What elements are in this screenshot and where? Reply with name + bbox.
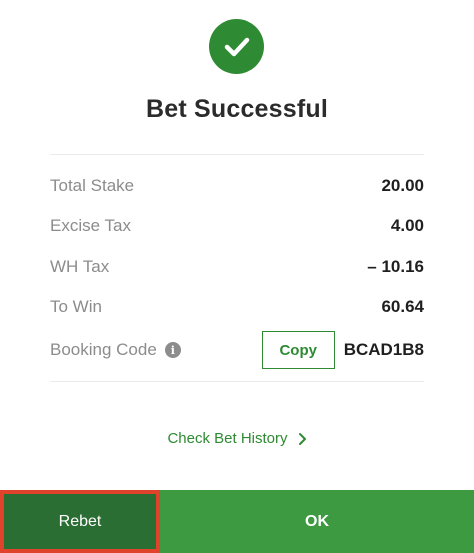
excise-tax-value: 4.00: [390, 216, 424, 235]
total-stake-label: Total Stake: [50, 176, 135, 195]
chevron-right-icon: [298, 432, 307, 446]
check-bet-history-link[interactable]: Check Bet History: [0, 430, 474, 447]
booking-code-actions: Copy BCAD1B8: [261, 331, 424, 369]
booking-code-row: Booking Code i Copy BCAD1B8: [50, 330, 424, 370]
booking-code-value: BCAD1B8: [343, 340, 424, 359]
booking-code-label: Booking Code: [50, 340, 157, 359]
dialog-title: Bet Successful: [145, 95, 329, 123]
wh-tax-label: WH Tax: [50, 257, 110, 276]
ok-button[interactable]: OK: [160, 490, 474, 553]
to-win-row: To Win 60.64: [50, 291, 424, 323]
excise-tax-label: Excise Tax: [50, 216, 131, 235]
info-icon[interactable]: i: [164, 342, 181, 358]
wh-tax-value: – 10.16: [367, 257, 424, 276]
rebet-button[interactable]: Rebet: [0, 490, 160, 553]
bottom-divider: [50, 381, 424, 382]
top-divider: [50, 154, 424, 155]
check-bet-history-label: Check Bet History: [167, 430, 288, 447]
excise-tax-row: Excise Tax 4.00: [50, 210, 424, 242]
booking-code-label-group: Booking Code i: [50, 340, 181, 360]
total-stake-value: 20.00: [381, 176, 424, 195]
to-win-label: To Win: [50, 297, 102, 316]
wh-tax-row: WH Tax – 10.16: [50, 251, 424, 283]
total-stake-row: Total Stake 20.00: [50, 170, 424, 202]
dialog-footer: Rebet OK: [0, 490, 474, 553]
copy-button[interactable]: Copy: [261, 331, 335, 369]
checkmark-circle-icon: [209, 19, 264, 74]
to-win-value: 60.64: [381, 297, 424, 316]
bet-success-dialog: Bet Successful Total Stake 20.00 Excise …: [0, 0, 474, 553]
